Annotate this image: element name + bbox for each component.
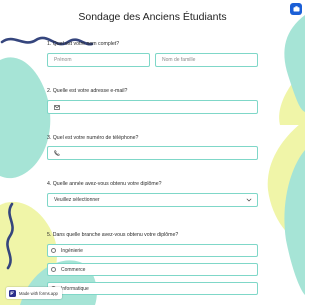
graduation-year-selected: Veuillez sélectionner (54, 197, 100, 203)
branch-option-ingenierie[interactable]: Ingénierie (47, 244, 258, 257)
last-name-placeholder: Nom de famille (162, 57, 196, 63)
branch-option-informatique[interactable]: Informatique (47, 282, 258, 295)
question-3-label: 3. Quel est votre numéro de téléphone? (47, 135, 139, 141)
badge-label: Made with forms.app (19, 290, 58, 296)
radio-icon (51, 267, 56, 272)
corner-menu-button[interactable] (290, 3, 302, 15)
first-name-placeholder: Prénom (54, 57, 72, 63)
question-5-label: 5. Dans quelle branche avez-vous obtenu … (47, 232, 179, 238)
email-icon (54, 104, 60, 110)
chevron-down-icon (246, 198, 252, 202)
question-1-label: 1. Quel est votre nom complet? (47, 41, 120, 47)
form-page: Sondage des Anciens Étudiants 1. Quel es… (0, 0, 305, 305)
graduation-year-select[interactable]: Veuillez sélectionner (47, 193, 258, 207)
forms-app-logo-icon (9, 289, 16, 297)
form-title: Sondage des Anciens Étudiants (78, 11, 227, 23)
option-label: Ingénierie (61, 247, 83, 254)
first-name-field[interactable]: Prénom (47, 53, 150, 67)
made-with-badge[interactable]: Made with forms.app (6, 287, 62, 299)
option-label: Informatique (61, 285, 89, 292)
teal-blob-left (0, 57, 51, 179)
radio-icon (51, 248, 56, 253)
camera-icon (293, 6, 299, 12)
question-4-label: 4. Quelle année avez-vous obtenu votre d… (47, 181, 162, 187)
phone-field[interactable] (47, 146, 258, 160)
email-field[interactable] (47, 100, 258, 114)
phone-icon (54, 150, 60, 156)
last-name-field[interactable]: Nom de famille (155, 53, 258, 67)
branch-option-commerce[interactable]: Commerce (47, 263, 258, 276)
option-label: Commerce (61, 266, 86, 273)
question-2-label: 2. Quelle est votre adresse e-mail? (47, 88, 128, 94)
